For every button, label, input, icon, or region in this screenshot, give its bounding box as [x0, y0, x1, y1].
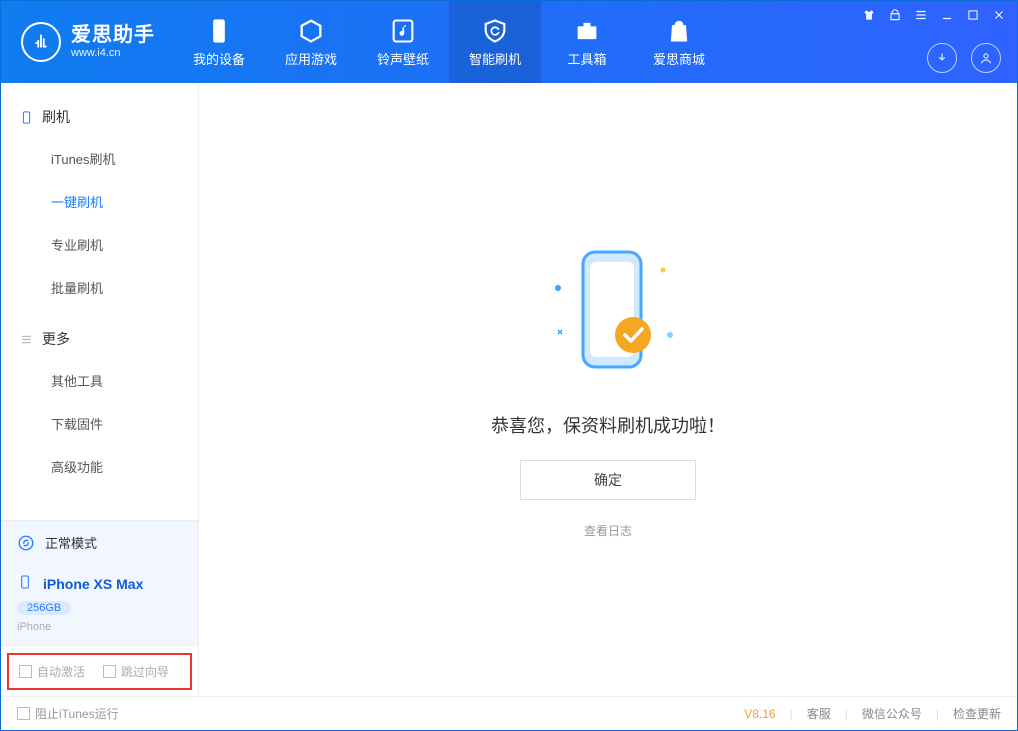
- success-illustration: [528, 240, 688, 390]
- mode-icon: [17, 534, 35, 552]
- app-window: 爱思助手 www.i4.cn 我的设备 应用游戏 铃声壁纸 智能刷机: [0, 0, 1018, 731]
- minimize-icon[interactable]: [939, 7, 955, 23]
- section-title: 刷机: [42, 107, 70, 127]
- brand-name: 爱思助手: [71, 24, 155, 47]
- sidebar-section-more: 更多: [1, 319, 198, 359]
- sidebar: 刷机 iTunes刷机 一键刷机 专业刷机 批量刷机 更多 其他工具 下载固件 …: [1, 83, 199, 696]
- maximize-icon[interactable]: [965, 7, 981, 23]
- nav-label: 爱思商城: [653, 49, 705, 68]
- checkbox-icon: [19, 665, 32, 678]
- menu-icon[interactable]: [913, 7, 929, 23]
- checkbox-block-itunes[interactable]: 阻止iTunes运行: [17, 705, 119, 722]
- sidebar-item-itunes-flash[interactable]: iTunes刷机: [1, 137, 198, 180]
- nav-apps[interactable]: 应用游戏: [265, 1, 357, 83]
- brand-logo-icon: [21, 22, 61, 62]
- checkbox-label: 阻止iTunes运行: [35, 705, 119, 722]
- checkbox-icon: [103, 665, 116, 678]
- toolbox-icon: [573, 17, 601, 45]
- success-title: 恭喜您，保资料刷机成功啦！: [491, 412, 725, 438]
- device-storage-badge: 256GB: [17, 601, 71, 615]
- lock-icon[interactable]: [887, 7, 903, 23]
- check-update-link[interactable]: 检查更新: [953, 705, 1001, 722]
- nav-label: 应用游戏: [285, 49, 337, 68]
- titlebar: 爱思助手 www.i4.cn 我的设备 应用游戏 铃声壁纸 智能刷机: [1, 1, 1017, 83]
- statusbar: 阻止iTunes运行 V8.16 | 客服 | 微信公众号 | 检查更新: [1, 696, 1017, 730]
- download-button[interactable]: [927, 43, 957, 73]
- device-mode[interactable]: 正常模式: [1, 520, 198, 564]
- device-info[interactable]: iPhone XS Max 256GB iPhone: [1, 564, 198, 647]
- sidebar-section-flash: 刷机: [1, 97, 198, 137]
- checkbox-skip-guide[interactable]: 跳过向导: [103, 663, 169, 680]
- checkbox-label: 自动激活: [37, 663, 85, 680]
- nav-label: 工具箱: [567, 49, 606, 68]
- cube-icon: [297, 17, 325, 45]
- device-name: iPhone XS Max: [43, 576, 143, 592]
- brand-url: www.i4.cn: [71, 47, 155, 60]
- close-icon[interactable]: [991, 7, 1007, 23]
- nav-ringtones[interactable]: 铃声壁纸: [357, 1, 449, 83]
- nav-my-device[interactable]: 我的设备: [173, 1, 265, 83]
- sidebar-item-other-tools[interactable]: 其他工具: [1, 359, 198, 402]
- nav-label: 我的设备: [193, 49, 245, 68]
- body: 刷机 iTunes刷机 一键刷机 专业刷机 批量刷机 更多 其他工具 下载固件 …: [1, 83, 1017, 696]
- main-content: 恭喜您，保资料刷机成功啦！ 确定 查看日志: [199, 83, 1017, 696]
- phone-icon: [17, 574, 33, 593]
- sidebar-item-download-firmware[interactable]: 下载固件: [1, 402, 198, 445]
- sidebar-item-pro-flash[interactable]: 专业刷机: [1, 223, 198, 266]
- music-note-icon: [389, 17, 417, 45]
- wechat-link[interactable]: 微信公众号: [862, 705, 922, 722]
- section-title: 更多: [42, 329, 70, 349]
- nav-label: 铃声壁纸: [377, 49, 429, 68]
- list-icon: [19, 332, 34, 347]
- sidebar-item-batch-flash[interactable]: 批量刷机: [1, 266, 198, 309]
- checkbox-label: 跳过向导: [121, 663, 169, 680]
- version-label: V8.16: [744, 707, 775, 721]
- refresh-shield-icon: [481, 17, 509, 45]
- brand: 爱思助手 www.i4.cn: [1, 1, 173, 83]
- sidebar-checkbox-row: 自动激活 跳过向导: [7, 653, 192, 690]
- view-log-link[interactable]: 查看日志: [584, 522, 632, 539]
- device-type: iPhone: [17, 621, 182, 633]
- shopping-bag-icon: [665, 17, 693, 45]
- shirt-icon[interactable]: [861, 7, 877, 23]
- topnav: 我的设备 应用游戏 铃声壁纸 智能刷机 工具箱 爱思商城: [173, 1, 725, 83]
- titlebar-right-actions: [927, 43, 1001, 73]
- window-controls: [861, 7, 1007, 23]
- nav-label: 智能刷机: [469, 49, 521, 68]
- checkbox-auto-activate[interactable]: 自动激活: [19, 663, 85, 680]
- nav-store[interactable]: 爱思商城: [633, 1, 725, 83]
- sidebar-item-advanced[interactable]: 高级功能: [1, 445, 198, 488]
- checkbox-icon: [17, 707, 30, 720]
- nav-smart-flash[interactable]: 智能刷机: [449, 1, 541, 83]
- ok-button[interactable]: 确定: [520, 460, 696, 500]
- device-icon: [205, 17, 233, 45]
- phone-outline-icon: [19, 110, 34, 125]
- nav-toolbox[interactable]: 工具箱: [541, 1, 633, 83]
- support-link[interactable]: 客服: [807, 705, 831, 722]
- user-button[interactable]: [971, 43, 1001, 73]
- sidebar-item-oneclick-flash[interactable]: 一键刷机: [1, 180, 198, 223]
- device-mode-label: 正常模式: [45, 533, 97, 552]
